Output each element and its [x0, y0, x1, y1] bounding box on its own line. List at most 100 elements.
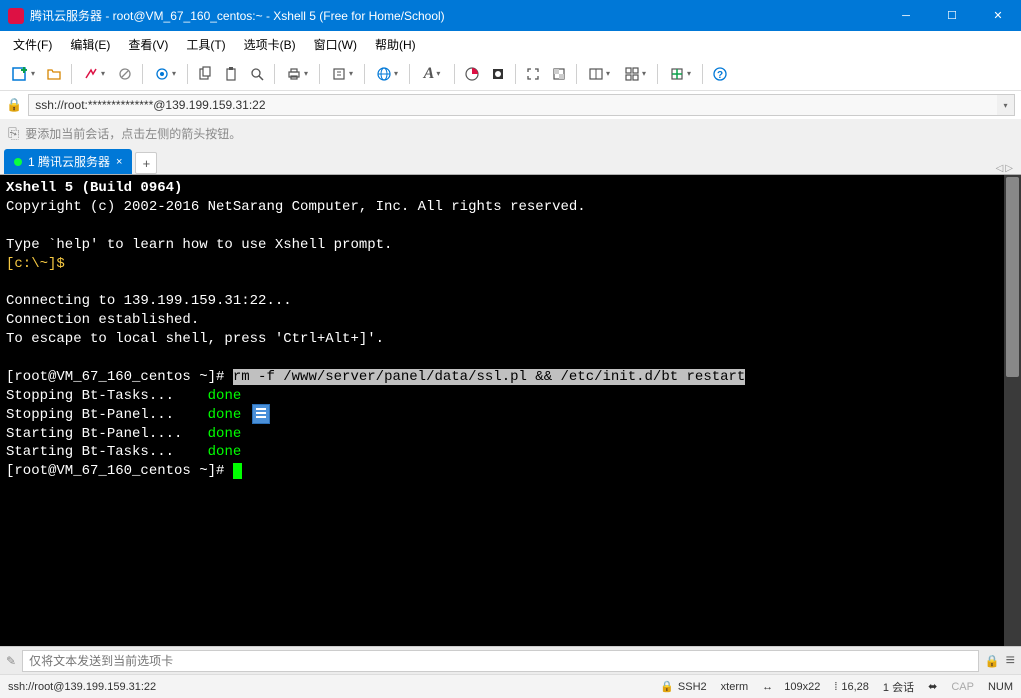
globe-button[interactable]: ▾	[370, 62, 404, 86]
paste-clipboard-icon[interactable]	[252, 404, 270, 424]
new-tab-button[interactable]: +	[135, 152, 157, 174]
terminal-scrollbar[interactable]	[1004, 175, 1021, 646]
menu-view[interactable]: 查看(V)	[119, 33, 177, 56]
separator	[274, 64, 275, 84]
window-title: 腾讯云服务器 - root@VM_67_160_centos:~ - Xshel…	[30, 7, 883, 24]
compose-icon[interactable]: ✎	[6, 654, 16, 668]
separator	[187, 64, 188, 84]
status-pos: ⁞ 16,28	[834, 681, 869, 693]
separator	[409, 64, 410, 84]
term-status: done	[208, 407, 242, 423]
status-term: xterm	[721, 681, 749, 693]
find-button[interactable]	[245, 62, 269, 86]
term-status: done	[208, 426, 242, 442]
menu-help[interactable]: 帮助(H)	[366, 33, 425, 56]
status-num: NUM	[988, 681, 1013, 693]
separator	[454, 64, 455, 84]
tab-close-button[interactable]: ×	[116, 156, 122, 168]
minimize-button[interactable]: ─	[883, 0, 929, 31]
term-selected-command: rm -f /www/server/panel/data/ssl.pl && /…	[233, 369, 745, 385]
script-button[interactable]: ▾	[663, 62, 697, 86]
separator	[319, 64, 320, 84]
session-tip-text: 要添加当前会话，点击左侧的箭头按钮。	[25, 125, 241, 142]
term-line: Starting Bt-Tasks...	[6, 444, 208, 460]
menu-file[interactable]: 文件(F)	[4, 33, 61, 56]
help-button[interactable]: ?	[708, 62, 732, 86]
toolbar: ▾ ▾ ▾ ▾ ▾ ▾ A▾ ▾ ▾ ▾ ?	[0, 57, 1021, 91]
tab-label: 1 腾讯云服务器	[28, 153, 110, 170]
paste-button[interactable]	[219, 62, 243, 86]
add-session-icon[interactable]: ⎘	[8, 125, 19, 142]
lock-icon[interactable]: 🔒	[985, 654, 1000, 668]
color-button[interactable]	[460, 62, 484, 86]
compose-input[interactable]	[22, 650, 979, 672]
separator	[71, 64, 72, 84]
term-line: Connection established.	[6, 312, 199, 328]
print-button[interactable]: ▾	[280, 62, 314, 86]
connect-button[interactable]: ▾	[77, 62, 111, 86]
term-prompt: [c:\~]$	[6, 256, 65, 272]
term-line: Type `help' to learn how to use Xshell p…	[6, 237, 392, 253]
disconnect-button[interactable]	[113, 62, 137, 86]
term-status: done	[208, 388, 242, 404]
open-button[interactable]	[42, 62, 66, 86]
separator	[702, 64, 703, 84]
close-button[interactable]: ✕	[975, 0, 1021, 31]
status-dot-icon	[14, 158, 22, 166]
tabbar: 1 腾讯云服务器 × + ◁ ▷	[0, 147, 1021, 175]
separator	[515, 64, 516, 84]
term-line: To escape to local shell, press 'Ctrl+Al…	[6, 331, 384, 347]
term-line: Xshell 5 (Build 0964)	[6, 180, 182, 196]
terminal[interactable]: Xshell 5 (Build 0964) Copyright (c) 2002…	[0, 175, 1021, 646]
statusbar: ssh://root@139.199.159.31:22 🔒SSH2 xterm…	[0, 674, 1021, 698]
menubar: 文件(F) 编辑(E) 查看(V) 工具(T) 选项卡(B) 窗口(W) 帮助(…	[0, 31, 1021, 57]
tab-nav: ◁ ▷	[996, 163, 1017, 174]
copy-button[interactable]	[193, 62, 217, 86]
menu-tabs[interactable]: 选项卡(B)	[235, 33, 305, 56]
transparent-button[interactable]	[547, 62, 571, 86]
term-line: Stopping Bt-Tasks...	[6, 388, 208, 404]
term-prompt: [root@VM_67_160_centos ~]#	[6, 369, 233, 385]
size-icon: ↔	[762, 681, 773, 693]
layout-button[interactable]: ▾	[582, 62, 616, 86]
menu-tools[interactable]: 工具(T)	[177, 33, 234, 56]
menu-window[interactable]: 窗口(W)	[305, 33, 366, 56]
arrange-button[interactable]: ▾	[618, 62, 652, 86]
menu-icon[interactable]: ≡	[1006, 652, 1015, 670]
session-tip-bar: ⎘ 要添加当前会话，点击左侧的箭头按钮。	[0, 119, 1021, 147]
lock-icon: 🔒	[660, 680, 674, 693]
menu-edit[interactable]: 编辑(E)	[61, 33, 119, 56]
addressbar: 🔒 ▾	[0, 91, 1021, 119]
address-dropdown[interactable]: ▾	[997, 94, 1015, 116]
scrollbar-thumb[interactable]	[1006, 177, 1019, 377]
status-connection: ssh://root@139.199.159.31:22	[8, 681, 646, 693]
titlebar[interactable]: 腾讯云服务器 - root@VM_67_160_centos:~ - Xshel…	[0, 0, 1021, 31]
session-tab[interactable]: 1 腾讯云服务器 ×	[4, 149, 132, 174]
cursor	[233, 463, 242, 479]
xshell-window: 腾讯云服务器 - root@VM_67_160_centos:~ - Xshel…	[0, 0, 1021, 698]
status-cap: CAP	[951, 681, 974, 693]
term-prompt: [root@VM_67_160_centos ~]#	[6, 463, 233, 479]
transfer-button[interactable]: ▾	[325, 62, 359, 86]
tab-next-button[interactable]: ▷	[1005, 163, 1013, 174]
status-size: ↔ 109x22	[762, 681, 820, 693]
separator	[364, 64, 365, 84]
term-line: Copyright (c) 2002-2016 NetSarang Comput…	[6, 199, 586, 215]
lock-icon: 🔒	[6, 97, 22, 113]
term-line: Starting Bt-Panel....	[6, 426, 208, 442]
status-proto: 🔒SSH2	[660, 680, 706, 693]
term-status: done	[208, 444, 242, 460]
address-input[interactable]	[28, 94, 997, 116]
svg-text:?: ?	[717, 70, 723, 81]
separator	[657, 64, 658, 84]
tab-prev-button[interactable]: ◁	[996, 163, 1004, 174]
term-line: Connecting to 139.199.159.31:22...	[6, 293, 292, 309]
app-icon	[8, 8, 24, 24]
fullscreen-button[interactable]	[521, 62, 545, 86]
term-line: Stopping Bt-Panel...	[6, 407, 208, 423]
theme-button[interactable]	[486, 62, 510, 86]
font-button[interactable]: A▾	[415, 62, 449, 86]
maximize-button[interactable]: ☐	[929, 0, 975, 31]
properties-button[interactable]: ▾	[148, 62, 182, 86]
new-session-button[interactable]: ▾	[6, 62, 40, 86]
